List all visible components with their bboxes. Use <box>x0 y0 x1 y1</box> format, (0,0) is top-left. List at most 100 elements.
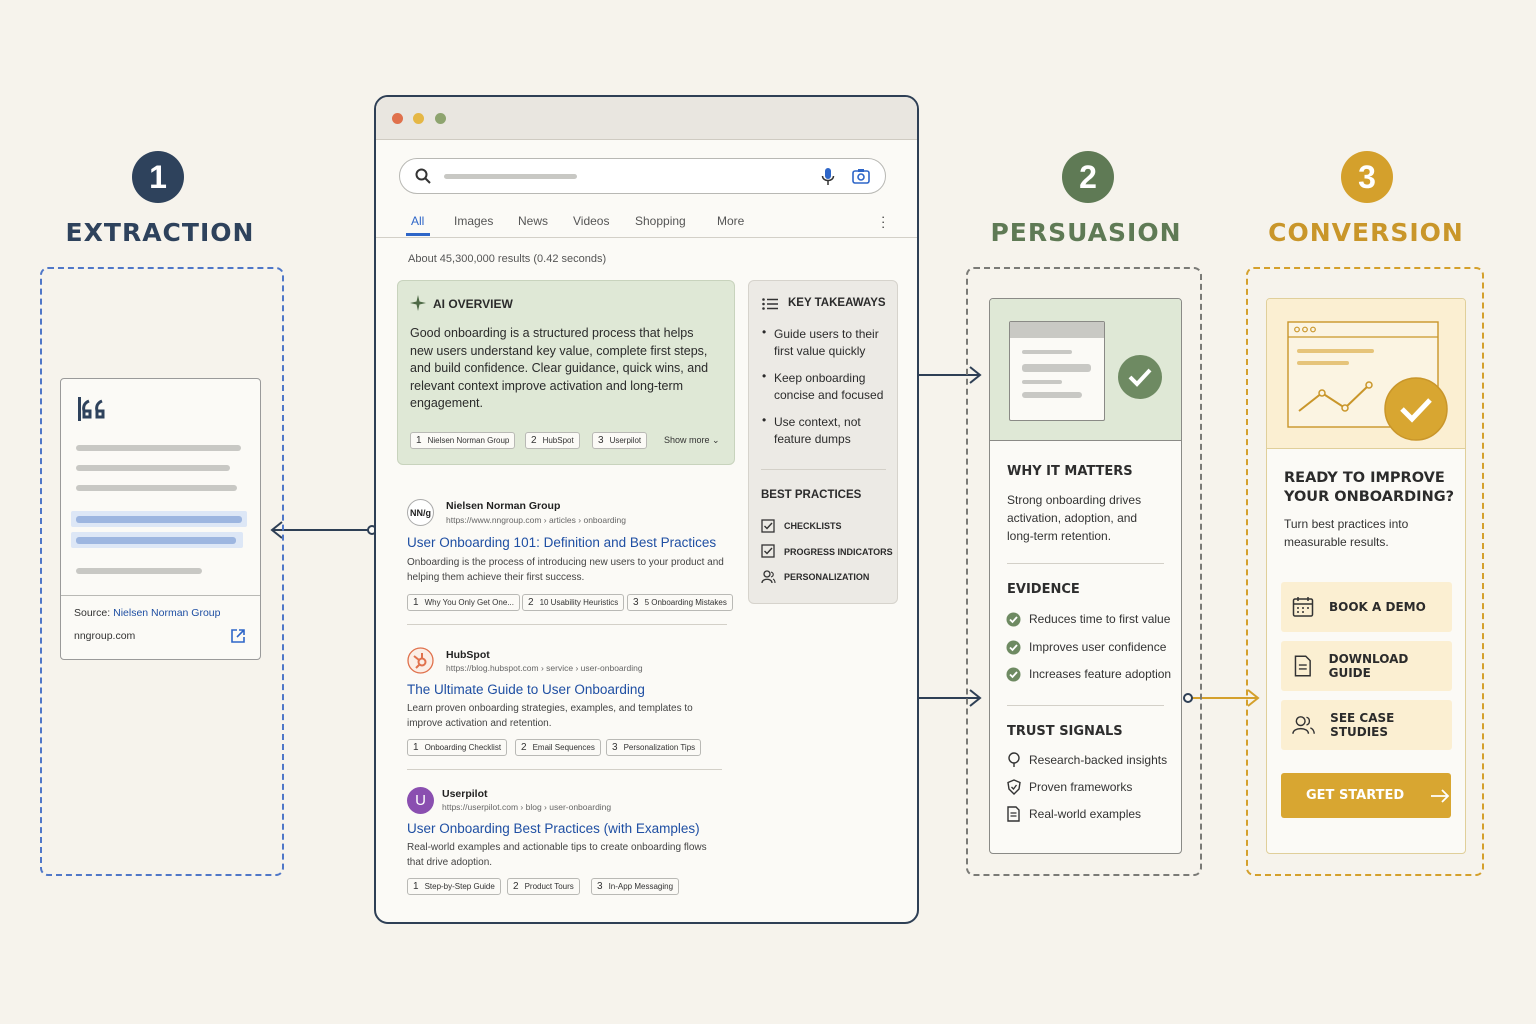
result-title-link[interactable]: User Onboarding 101: Definition and Best… <box>407 535 716 550</box>
takeaway-bullet: • <box>762 413 767 427</box>
userpilot-favicon: U <box>407 787 434 814</box>
divider <box>761 469 886 470</box>
result-description: Onboarding is the process of introducing… <box>407 557 724 583</box>
document-icon <box>1294 655 1311 677</box>
search-query-placeholder <box>444 174 577 179</box>
more-options-icon[interactable]: · · · <box>881 210 885 233</box>
see-case-studies-label: SEE CASE STUDIES <box>1330 711 1395 739</box>
tab-news[interactable]: News <box>518 214 548 228</box>
chevron-down-icon: ⌄ <box>712 435 720 445</box>
result-sitelink-chip[interactable]: 35 Onboarding Mistakes <box>627 594 733 611</box>
list-icon <box>762 298 778 310</box>
result-url: https://userpilot.com › blog › user-onbo… <box>442 802 612 812</box>
source-domain: nngroup.com <box>74 630 136 642</box>
see-case-studies-button[interactable]: SEE CASE STUDIES <box>1281 700 1452 750</box>
check-circle-icon <box>1118 355 1162 399</box>
divider <box>407 624 727 625</box>
key-takeaways-box: KEY TAKEAWAYS • Guide users to their fir… <box>748 280 898 604</box>
search-input[interactable] <box>399 158 886 194</box>
key-takeaways-title: KEY TAKEAWAYS <box>788 297 886 309</box>
source-label: Source: <box>74 607 111 619</box>
divider <box>407 769 722 770</box>
divider <box>1007 563 1164 564</box>
result-sitelink-chip[interactable]: 2 Product Tours <box>507 878 580 895</box>
stage-3-badge: 3 <box>1341 151 1393 203</box>
result-site: HubSpot <box>446 649 490 661</box>
takeaway-bullet: • <box>762 369 767 383</box>
close-dot[interactable] <box>392 113 403 124</box>
ai-overview-title: AI OVERVIEW <box>433 297 513 311</box>
trust-signals-title: TRUST SIGNALS <box>1007 724 1123 739</box>
maximize-dot[interactable] <box>435 113 446 124</box>
arrow-right-icon <box>1431 788 1450 803</box>
takeaway-item: Use context, not feature dumps <box>774 415 861 446</box>
best-practice-item: PROGRESS INDICATORS <box>784 547 893 557</box>
get-started-button[interactable]: GET STARTED <box>1281 773 1451 818</box>
ai-source-chip[interactable]: 1 Nielsen Norman Group <box>410 432 516 449</box>
tab-all[interactable]: All <box>411 214 424 228</box>
tab-more[interactable]: More <box>717 214 744 228</box>
best-practice-item: CHECKLISTS <box>784 521 842 531</box>
tab-videos[interactable]: Videos <box>573 214 609 228</box>
calendar-icon <box>1292 597 1314 617</box>
check-circle-icon <box>1384 377 1448 441</box>
trust-item: Proven frameworks <box>1029 780 1133 794</box>
download-guide-button[interactable]: DOWNLOAD GUIDE <box>1281 641 1452 691</box>
highlighted-line <box>76 537 236 544</box>
result-sitelink-chip[interactable]: 1 Onboarding Checklist <box>407 739 508 756</box>
stage-1-badge: 1 <box>132 151 184 203</box>
user-icon <box>761 570 776 584</box>
result-description: Learn proven onboarding strategies, exam… <box>407 703 693 729</box>
conversion-subtext: Turn best practices into measurable resu… <box>1284 517 1409 549</box>
check-icon <box>1006 640 1021 655</box>
conversion-card: READY TO IMPROVE YOUR ONBOARDING? Turn b… <box>1266 298 1466 854</box>
stage-2-badge: 2 <box>1062 151 1114 203</box>
sparkle-icon <box>410 295 426 311</box>
microphone-icon[interactable] <box>821 167 835 186</box>
stage-1-title: EXTRACTION <box>65 218 255 247</box>
stage-2-title: PERSUASION <box>990 218 1182 247</box>
result-description: Real-world examples and actionable tips … <box>407 842 707 868</box>
book-demo-button[interactable]: BOOK A DEMO <box>1281 582 1452 632</box>
camera-icon[interactable] <box>852 168 870 184</box>
show-more-link[interactable]: Show more ⌄ <box>664 435 720 446</box>
ai-source-chip[interactable]: 2 HubSpot <box>525 432 580 449</box>
evidence-item: Improves user confidence <box>1029 640 1167 654</box>
result-title-link[interactable]: The Ultimate Guide to User Onboarding <box>407 682 645 697</box>
trust-item: Real-world examples <box>1029 807 1142 821</box>
why-it-matters-text: Strong onboarding drives activation, ado… <box>1007 493 1142 543</box>
nngroup-favicon: NN/g <box>407 499 434 526</box>
minimize-dot[interactable] <box>413 113 424 124</box>
lightbulb-icon <box>1008 752 1020 767</box>
extraction-card: Source: Nielsen Norman Group nngroup.com <box>60 378 261 660</box>
shield-icon <box>1007 779 1021 795</box>
result-site: Userpilot <box>442 788 488 800</box>
divider <box>1007 705 1164 706</box>
result-sitelink-chip[interactable]: 1 Step-by-Step Guide <box>407 878 501 895</box>
evidence-title: EVIDENCE <box>1007 582 1080 597</box>
results-count: About 45,300,000 results (0.42 seconds) <box>408 253 607 265</box>
check-icon <box>1006 612 1021 627</box>
document-illustration <box>1009 321 1105 421</box>
result-sitelink-chip[interactable]: 2 10 Usability Heuristics <box>522 594 625 611</box>
tab-shopping[interactable]: Shopping <box>635 214 686 228</box>
ai-source-chip[interactable]: 3 Userpilot <box>592 432 648 449</box>
result-site: Nielsen Norman Group <box>446 500 561 512</box>
conversion-heading: READY TO IMPROVE YOUR ONBOARDING? <box>1284 470 1455 505</box>
result-title-link[interactable]: User Onboarding Best Practices (with Exa… <box>407 821 700 836</box>
result-sitelink-chip[interactable]: 3 In-App Messaging <box>591 878 680 895</box>
stage-3-title: CONVERSION <box>1268 218 1464 247</box>
result-sitelink-chip[interactable]: 3 Personalization Tips <box>606 739 702 756</box>
tab-images[interactable]: Images <box>454 214 493 228</box>
result-sitelink-chip[interactable]: 1 Why You Only Get One... <box>407 594 520 611</box>
source-link[interactable]: Nielsen Norman Group <box>113 607 220 619</box>
external-link-icon[interactable] <box>230 628 246 644</box>
result-sitelink-chip[interactable]: 2 Email Sequences <box>515 739 601 756</box>
browser-titlebar <box>376 97 917 140</box>
ai-overview-box: AI OVERVIEW Good onboarding is a structu… <box>397 280 735 465</box>
persuasion-hero <box>990 299 1181 441</box>
quote-icon <box>78 397 105 421</box>
browser-window: All Images News Videos Shopping More · · ·… <box>374 95 919 924</box>
why-it-matters-title: WHY IT MATTERS <box>1007 464 1133 479</box>
trust-item: Research-backed insights <box>1029 753 1168 767</box>
